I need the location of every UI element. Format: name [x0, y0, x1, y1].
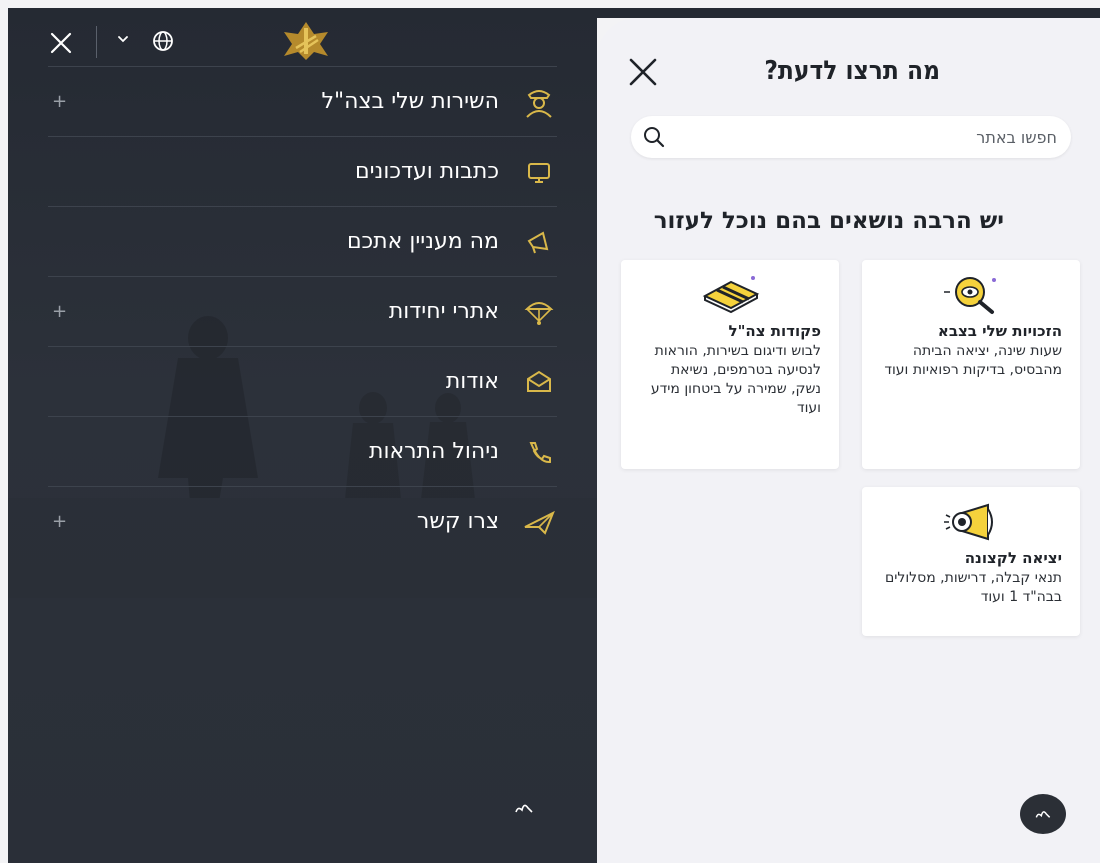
phone-icon [529, 442, 551, 464]
menu-item-about[interactable]: אודות [48, 346, 557, 416]
menu-item-label: כתבות ועדכונים [355, 159, 499, 184]
globe-icon[interactable] [152, 30, 174, 52]
panel-top-strip [597, 8, 1100, 18]
search-icon[interactable] [643, 126, 665, 148]
menu-item-articles[interactable]: כתבות ועדכונים [48, 136, 557, 206]
notebook-icon [702, 276, 760, 314]
search-panel: מה תרצו לדעת? יש הרבה נושאים בהם נוכל לע… [597, 18, 1100, 863]
card-title: פקודות צה"ל [728, 322, 821, 340]
main-menu-panel: + השירות שלי בצה"ל כתבות ועדכונים מה מענ… [8, 8, 597, 863]
panel-title: מה תרצו לדעת? [764, 56, 940, 86]
megaphone-icon [944, 503, 993, 541]
menu-item-unit-sites[interactable]: + אתרי יחידות [48, 276, 557, 346]
menu-item-my-service[interactable]: + השירות שלי בצה"ל [48, 66, 557, 136]
card-description: תנאי קבלה, דרישות, מסלולים בבה"ד 1 ועוד [884, 570, 1062, 605]
menu-item-interests[interactable]: מה מעניין אתכם [48, 206, 557, 276]
expand-plus-icon[interactable]: + [52, 91, 67, 112]
chevron-down-icon[interactable] [116, 32, 130, 46]
card-title: יציאה לקצונה [964, 549, 1062, 567]
menu-item-label: ניהול התראות [368, 439, 499, 464]
menu-item-label: השירות שלי בצה"ל [321, 89, 499, 114]
expand-plus-icon[interactable]: + [52, 301, 67, 322]
menu-item-label: אתרי יחידות [388, 299, 499, 324]
soldier-icon [526, 90, 552, 118]
topic-card-officers-course[interactable]: יציאה לקצונה תנאי קבלה, דרישות, מסלולים … [862, 487, 1080, 636]
menu-item-label: מה מעניין אתכם [346, 229, 499, 254]
main-menu-list: + השירות שלי בצה"ל כתבות ועדכונים מה מענ… [48, 66, 557, 556]
menu-item-label: צרו קשר [416, 509, 499, 534]
paper-plane-icon [524, 510, 555, 535]
top-bar-divider [96, 26, 97, 58]
card-title: הזכויות שלי בצבא [937, 322, 1062, 340]
megaphone-icon [527, 231, 549, 254]
card-description: שעות שינה, יציאה הביתה מהבסיס, בדיקות רפ… [884, 343, 1062, 378]
close-icon[interactable] [627, 56, 659, 88]
accessibility-button[interactable] [1020, 794, 1066, 834]
idf-emblem-logo[interactable] [274, 18, 338, 62]
menu-item-contact[interactable]: + צרו קשר [48, 486, 557, 556]
parachute-icon [524, 302, 554, 325]
accessibility-icon [1035, 811, 1051, 818]
expand-plus-icon[interactable]: + [52, 511, 67, 532]
monitor-icon [528, 163, 550, 183]
menu-top-bar [48, 18, 557, 66]
envelope-icon [527, 370, 551, 392]
search-input[interactable] [681, 122, 1057, 152]
menu-item-notifications[interactable]: ניהול התראות [48, 416, 557, 486]
search-box [631, 116, 1071, 158]
topic-card-my-rights[interactable]: הזכויות שלי בצבא שעות שינה, יציאה הביתה … [862, 260, 1080, 469]
menu-item-label: אודות [445, 369, 499, 394]
card-description: לבוש ודיגום בשירות, הוראות לנסיעה בטרמפי… [650, 343, 821, 416]
topic-card-idf-orders[interactable]: פקודות צה"ל לבוש ודיגום בשירות, הוראות ל… [621, 260, 839, 469]
accessibility-icon[interactable] [512, 798, 536, 818]
close-menu-icon[interactable] [48, 30, 74, 56]
magnifier-eye-icon [944, 277, 996, 314]
topics-subtitle: יש הרבה נושאים בהם נוכל לעזור [653, 208, 1004, 234]
